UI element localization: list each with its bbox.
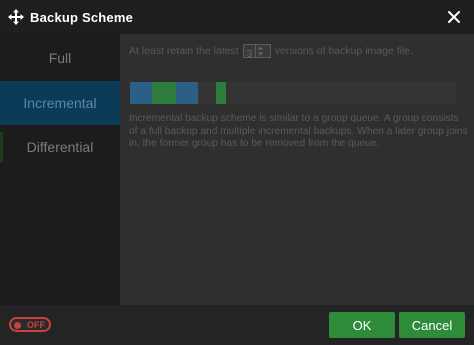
sidebar-item-full[interactable]: Full	[0, 36, 120, 80]
scheme-visual-bar	[130, 82, 456, 104]
backup-scheme-dialog: Backup Scheme Full Incremental Different…	[0, 0, 474, 345]
scheme-segment	[152, 82, 164, 104]
stepper-arrows-icon[interactable]	[255, 45, 264, 57]
scheme-description: Incremental backup scheme is similar to …	[129, 113, 468, 149]
move-arrows-icon	[8, 9, 24, 25]
scheme-content: At least retain the latest 3 versions of…	[120, 34, 474, 305]
scheme-segment	[216, 82, 226, 104]
retain-versions-value[interactable]: 3	[244, 49, 253, 60]
sidebar-item-differential[interactable]: Differential	[0, 125, 120, 169]
scheme-segment	[176, 82, 198, 104]
scheme-sidebar: Full Incremental Differential	[0, 34, 120, 305]
retain-suffix: versions of backup image file.	[274, 45, 414, 57]
scheme-segment	[164, 82, 176, 104]
window-title: Backup Scheme	[30, 10, 134, 25]
sidebar-item-incremental[interactable]: Incremental	[0, 81, 120, 125]
off-toggle[interactable]: OFF	[9, 317, 51, 332]
ok-button[interactable]: OK	[329, 312, 395, 338]
cancel-button[interactable]: Cancel	[399, 312, 465, 338]
sidebar-item-label: Incremental	[23, 95, 97, 111]
retain-row: At least retain the latest 3 versions of…	[129, 44, 414, 60]
toggle-label: OFF	[27, 320, 45, 330]
dialog-footer: OFF OK Cancel	[0, 305, 474, 345]
retain-prefix: At least retain the latest	[129, 45, 239, 57]
close-icon[interactable]	[444, 7, 464, 27]
title-bar: Backup Scheme	[0, 0, 474, 34]
sidebar-item-label: Differential	[26, 139, 94, 155]
scheme-segment	[130, 82, 152, 104]
retain-versions-stepper[interactable]: 3	[242, 44, 271, 60]
toggle-knob	[14, 321, 21, 329]
scheme-segment	[198, 82, 216, 104]
sidebar-item-label: Full	[48, 50, 72, 66]
